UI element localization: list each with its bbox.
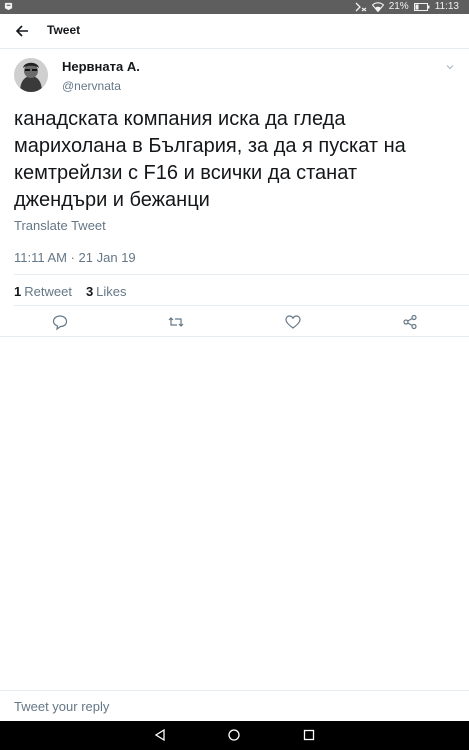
likes-stat[interactable]: 3 Likes [86,284,127,299]
home-circle-icon[interactable] [227,728,241,742]
avatar-image [14,58,48,92]
battery-percent: 21% [388,1,409,12]
mute-icon [355,2,367,12]
tweet-text-line: джендъри и бежанци [14,189,210,211]
reply-input[interactable] [14,696,454,716]
tweet-timestamp: 11:11 AM · 21 Jan 19 [14,250,136,265]
status-bar: 21% 11:13 [0,0,469,14]
likes-count: 3 [85,284,94,299]
tweet-text-line: марихолана в България, за да я пускат на [14,135,406,157]
retweets-count: 1 [14,284,22,299]
author-name[interactable]: Нервната А. [62,59,140,74]
battery-icon [413,3,430,11]
recents-square-icon[interactable] [302,728,316,742]
avatar[interactable] [14,58,48,92]
divider [0,336,469,337]
status-bar-right: 21% 11:13 [355,1,459,13]
tweet-actions [0,313,469,331]
chevron-down-icon[interactable] [445,62,455,72]
retweets-label: Retweet [24,284,72,299]
tweet-text-line: кемтрейлзи с F16 и всички да станат [14,162,358,184]
translate-tweet-link[interactable]: Translate Tweet [14,218,106,233]
likes-label: Likes [96,284,127,299]
app-bar: Tweet [0,14,469,49]
divider [14,274,469,275]
divider [14,305,469,306]
status-time: 11:13 [434,1,459,12]
back-arrow-icon[interactable] [14,23,30,39]
retweets-stat[interactable]: 1 Retweet [14,284,72,299]
like-icon[interactable] [284,313,302,331]
tweet-text: канадската компания иска да гледа марихо… [14,106,454,214]
page-title: Tweet [47,23,81,37]
tweet-stats: 1 Retweet 3 Likes [14,284,127,299]
back-triangle-icon[interactable] [153,728,167,742]
reply-bar [0,690,469,721]
wifi-icon [371,2,384,12]
system-nav-bar [0,721,469,750]
notification-icon [4,2,13,11]
retweet-icon[interactable] [167,313,185,331]
share-icon[interactable] [401,313,419,331]
tweet-text-line: канадската компания иска да гледа [14,108,346,130]
author-handle[interactable]: @nervnata [62,79,121,93]
reply-icon[interactable] [51,313,69,331]
